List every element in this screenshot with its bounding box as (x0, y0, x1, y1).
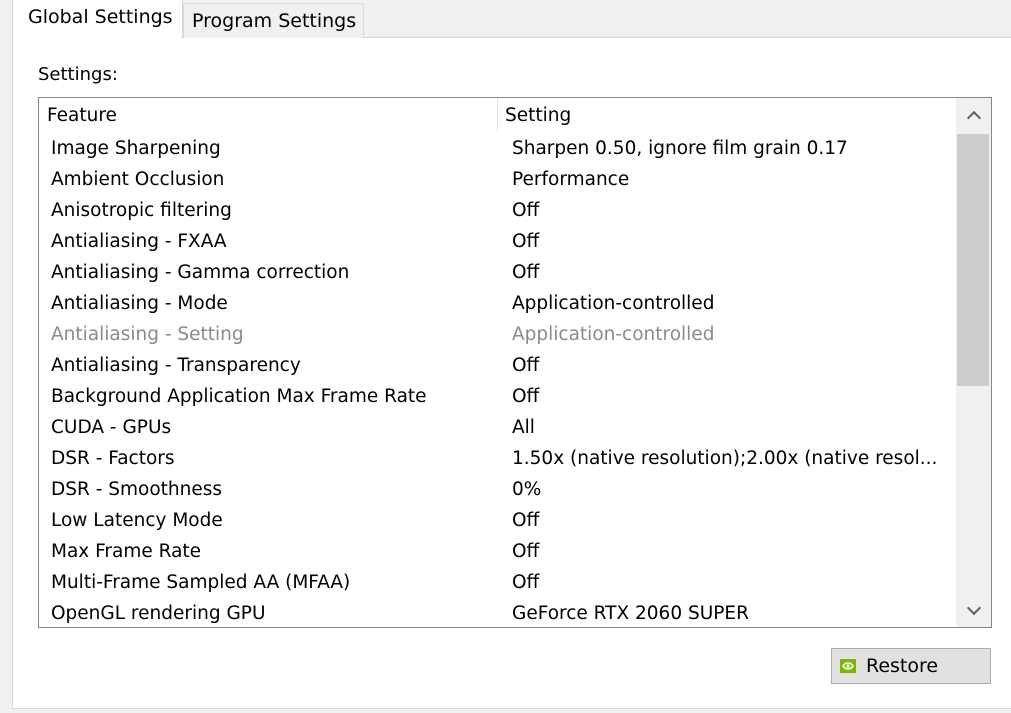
feature-cell: Low Latency Mode (51, 510, 223, 531)
setting-cell: GeForce RTX 2060 SUPER (512, 603, 749, 624)
feature-cell: Background Application Max Frame Rate (51, 386, 427, 407)
setting-cell: Off (512, 200, 540, 221)
table-row[interactable]: Max Frame Rate Off (39, 536, 955, 567)
setting-cell: Off (512, 572, 540, 593)
feature-cell: OpenGL rendering GPU (51, 603, 266, 624)
scrollbar-thumb[interactable] (957, 134, 989, 386)
nvidia-icon (840, 659, 856, 673)
chevron-up-icon (966, 110, 981, 125)
table-row[interactable]: Antialiasing - Transparency Off (39, 350, 955, 381)
table-row[interactable]: Antialiasing - FXAA Off (39, 226, 955, 257)
column-header-feature[interactable]: Feature (39, 98, 497, 132)
setting-cell: Application-controlled (512, 324, 715, 345)
feature-cell: DSR - Smoothness (51, 479, 223, 500)
feature-cell: Anisotropic filtering (51, 200, 232, 221)
tab-global-settings[interactable]: Global Settings (12, 0, 183, 38)
table-row[interactable]: Ambient Occlusion Performance (39, 164, 955, 195)
table-row[interactable]: OpenGL rendering GPU GeForce RTX 2060 SUP… (39, 598, 955, 627)
settings-label: Settings: (38, 64, 118, 85)
tab-program-settings-label: Program Settings (192, 10, 357, 32)
setting-cell: Off (512, 386, 540, 407)
feature-cell: Antialiasing - Transparency (51, 355, 301, 376)
setting-cell: 0% (512, 479, 542, 500)
setting-cell: Off (512, 355, 540, 376)
setting-cell: Sharpen 0.50, ignore film grain 0.17 (512, 138, 848, 159)
setting-cell: Off (512, 541, 540, 562)
table-row[interactable]: Antialiasing - Setting Application-contro… (39, 319, 955, 350)
tab-global-settings-label: Global Settings (28, 6, 173, 28)
table-row[interactable]: Antialiasing - Gamma correction Off (39, 257, 955, 288)
table-row[interactable]: Anisotropic filtering Off (39, 195, 955, 226)
restore-button[interactable]: Restore (831, 648, 991, 684)
column-header-setting[interactable]: Setting (497, 98, 955, 132)
setting-cell: Application-controlled (512, 293, 715, 314)
scroll-down-button[interactable] (956, 593, 991, 627)
feature-cell: DSR - Factors (51, 448, 175, 469)
feature-cell: Image Sharpening (51, 138, 221, 159)
setting-cell: All (512, 417, 535, 438)
table-row[interactable]: Image Sharpening Sharpen 0.50, ignore fil… (39, 133, 955, 164)
feature-cell: Ambient Occlusion (51, 169, 225, 190)
table-row[interactable]: DSR - Factors 1.50x (native resolution);2… (39, 443, 955, 474)
setting-cell: Performance (512, 169, 630, 190)
setting-cell: 1.50x (native resolution);2.00x (native … (512, 448, 938, 469)
feature-cell: Antialiasing - Setting (51, 324, 244, 345)
table-row[interactable]: Antialiasing - Mode Application-controlle… (39, 288, 955, 319)
chevron-down-icon (966, 600, 981, 615)
feature-cell: Antialiasing - Mode (51, 293, 228, 314)
feature-cell: Antialiasing - FXAA (51, 231, 227, 252)
table-row[interactable]: Multi-Frame Sampled AA (MFAA) Off (39, 567, 955, 598)
table-row[interactable]: CUDA - GPUs All (39, 412, 955, 443)
table-row[interactable]: Background Application Max Frame Rate Off (39, 381, 955, 412)
list-header: Feature Setting (39, 98, 955, 132)
feature-cell: Max Frame Rate (51, 541, 202, 562)
setting-cell: Off (512, 231, 540, 252)
feature-cell: Antialiasing - Gamma correction (51, 262, 350, 283)
scroll-up-button[interactable] (956, 98, 991, 132)
table-row[interactable]: DSR - Smoothness 0% (39, 474, 955, 505)
tab-program-settings[interactable]: Program Settings (183, 3, 364, 38)
feature-cell: Multi-Frame Sampled AA (MFAA) (51, 572, 351, 593)
setting-cell: Off (512, 262, 540, 283)
settings-list[interactable]: Feature Setting Image Sharpening Sharpen … (38, 97, 992, 628)
list-rows: Image Sharpening Sharpen 0.50, ignore fil… (39, 133, 955, 627)
restore-button-label: Restore (866, 655, 939, 677)
setting-cell: Off (512, 510, 540, 531)
nvidia-control-panel-settings: Global Settings Program Settings Setting… (0, 0, 1011, 713)
table-row[interactable]: Low Latency Mode Off (39, 505, 955, 536)
vertical-scrollbar[interactable] (956, 98, 991, 627)
feature-cell: CUDA - GPUs (51, 417, 172, 438)
